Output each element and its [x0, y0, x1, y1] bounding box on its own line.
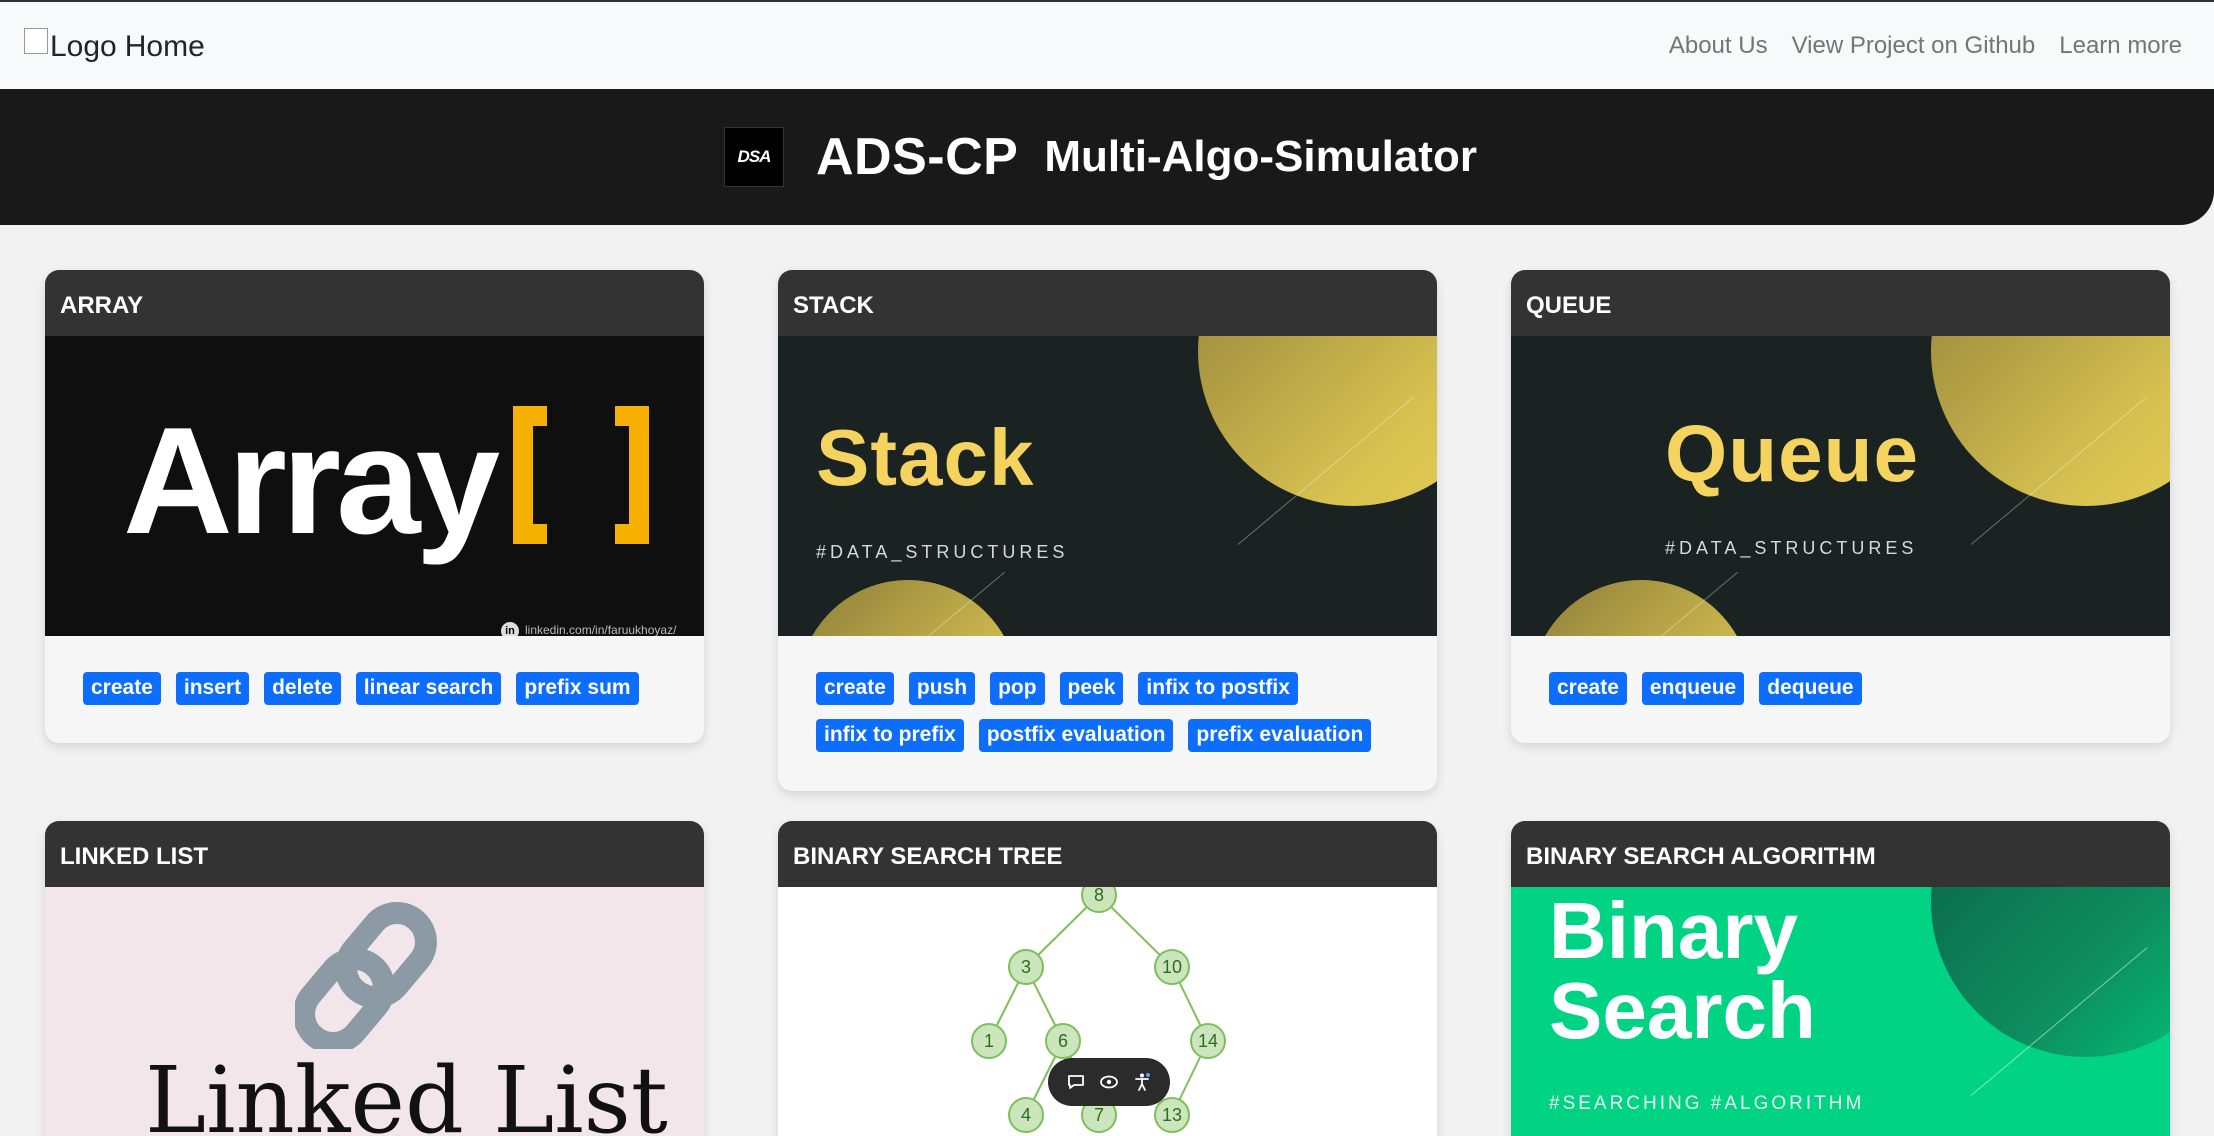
card-queue: QUEUE Queue #DATA_STRUCTURES create enqu… — [1511, 270, 2170, 743]
chain-link-icon — [295, 901, 437, 1049]
tag-pop[interactable]: pop — [990, 672, 1045, 705]
binary-search-line2: Search — [1549, 966, 1816, 1055]
bst-node-label: 1 — [984, 1031, 994, 1051]
bst-node-label: 8 — [1094, 887, 1104, 905]
card-tags: create push pop peek infix to postfix in… — [778, 636, 1437, 752]
tag-create[interactable]: create — [816, 672, 894, 705]
tag-push[interactable]: push — [908, 672, 976, 705]
tag-create[interactable]: create — [83, 672, 161, 705]
nav-link-github[interactable]: View Project on Github — [1792, 32, 2036, 60]
brand-home-text: Home — [124, 30, 205, 63]
nav-link-about-us[interactable]: About Us — [1669, 32, 1768, 60]
tag-infix-to-postfix[interactable]: infix to postfix — [1138, 672, 1298, 705]
eye-icon[interactable] — [1097, 1070, 1121, 1094]
binary-search-line1: Binary — [1549, 887, 1798, 975]
bst-node-label: 4 — [1021, 1105, 1031, 1125]
queue-hashtag: #DATA_STRUCTURES — [1665, 538, 1918, 558]
site-subtitle: Multi-Algo-Simulator — [1044, 132, 1477, 181]
bst-node-label: 6 — [1058, 1031, 1068, 1051]
decor-circle — [1198, 336, 1437, 506]
queue-image-word: Queue — [1665, 409, 1919, 498]
card-stack: STACK Stack #DATA_STRUCTURES create push… — [778, 270, 1437, 791]
tag-delete[interactable]: delete — [264, 672, 341, 705]
linkedin-url: linkedin.com/in/faruukhoyaz/ — [525, 623, 677, 636]
array-image: Array in linkedin.com/in/faruukhoyaz/ — [45, 336, 704, 636]
floating-toolbar — [1048, 1058, 1170, 1106]
left-bracket-shape — [513, 406, 547, 544]
linked-list-image: Linked List — [45, 887, 704, 1136]
linkedin-icon: in — [501, 622, 519, 636]
navbar-brand[interactable]: Logo Home — [24, 28, 205, 64]
stack-image-word: Stack — [816, 413, 1035, 502]
top-navbar: Logo Home About Us View Project on Githu… — [0, 0, 2214, 89]
card-array: ARRAY Array in linkedin.com/in/faruukhoya… — [45, 270, 704, 743]
tag-create[interactable]: create — [1549, 672, 1627, 705]
card-tags: create insert delete linear search prefi… — [45, 636, 704, 705]
tag-dequeue[interactable]: dequeue — [1759, 672, 1862, 705]
linked-list-image-word: Linked List — [145, 1047, 668, 1136]
nav-links: About Us View Project on Github Learn mo… — [1669, 32, 2182, 60]
brand-logo-image: Logo — [24, 28, 117, 64]
bst-node-label: 14 — [1198, 1031, 1218, 1051]
array-image-word: Array — [123, 396, 500, 566]
tag-peek[interactable]: peek — [1059, 672, 1124, 705]
queue-image: Queue #DATA_STRUCTURES — [1511, 336, 2170, 636]
card-title: BINARY SEARCH ALGORITHM — [1511, 821, 2170, 887]
accessibility-icon[interactable] — [1130, 1070, 1154, 1094]
stack-image: Stack #DATA_STRUCTURES — [778, 336, 1437, 636]
dsa-logo: DSA — [724, 127, 784, 187]
card-title: STACK — [778, 270, 1437, 336]
binary-search-image-word: Binary Search — [1549, 891, 1816, 1051]
tag-prefix-evaluation[interactable]: prefix evaluation — [1188, 719, 1372, 752]
right-bracket-shape — [615, 406, 649, 544]
linkedin-footer: in linkedin.com/in/faruukhoyaz/ — [501, 622, 676, 636]
card-tags: create enqueue dequeue — [1511, 636, 2170, 705]
bst-node-label: 10 — [1162, 957, 1182, 977]
broken-image-icon — [24, 28, 48, 54]
nav-link-learn-more[interactable]: Learn more — [2059, 32, 2182, 60]
tag-insert[interactable]: insert — [175, 672, 250, 705]
comment-icon[interactable] — [1064, 1070, 1088, 1094]
header-banner: DSA ADS-CP Multi-Algo-Simulator — [0, 89, 2214, 225]
card-title: LINKED LIST — [45, 821, 704, 887]
tag-prefix-sum[interactable]: prefix sum — [516, 672, 639, 705]
card-title: ARRAY — [45, 270, 704, 336]
bst-node-label: 3 — [1021, 957, 1031, 977]
card-linked-list: LINKED LIST Linked List — [45, 821, 704, 1136]
decor-circle — [1931, 887, 2170, 1057]
tag-infix-to-prefix[interactable]: infix to prefix — [816, 719, 964, 752]
bst-node-label: 7 — [1094, 1105, 1104, 1125]
brand-logo-alt-text: Logo — [50, 30, 117, 63]
card-binary-search-algorithm: BINARY SEARCH ALGORITHM Binary Search #S… — [1511, 821, 2170, 1136]
dsa-logo-text: DSA — [737, 147, 772, 166]
decor-circle — [1931, 336, 2170, 506]
tag-linear-search[interactable]: linear search — [355, 672, 502, 705]
card-title: BINARY SEARCH TREE — [778, 821, 1437, 887]
card-title: QUEUE — [1511, 270, 2170, 336]
tag-postfix-evaluation[interactable]: postfix evaluation — [978, 719, 1174, 752]
tag-enqueue[interactable]: enqueue — [1641, 672, 1745, 705]
binary-search-hashtag: #SEARCHING #ALGORITHM — [1549, 1093, 1865, 1114]
binary-search-image: Binary Search #SEARCHING #ALGORITHM — [1511, 887, 2170, 1136]
site-title: ADS-CP — [816, 128, 1019, 186]
stack-hashtag: #DATA_STRUCTURES — [816, 542, 1069, 562]
bst-node-label: 13 — [1162, 1105, 1182, 1125]
